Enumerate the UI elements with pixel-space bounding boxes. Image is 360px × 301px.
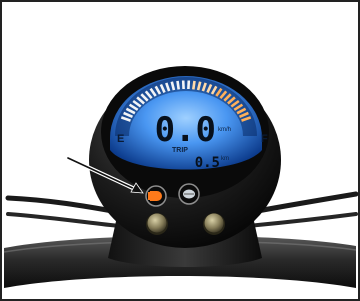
right-control-button[interactable] [203, 213, 225, 235]
left-control-button[interactable] [146, 213, 168, 235]
battery-segment [176, 80, 180, 90]
trip-label: TRIP [172, 147, 188, 154]
trip-unit: km [221, 156, 229, 162]
horn-indicator [178, 183, 200, 205]
horn-icon [183, 189, 195, 199]
empty-label: E [117, 133, 124, 145]
full-label: F [261, 133, 268, 145]
headlight-icon [148, 191, 162, 201]
speed-readout: 0.0 [155, 110, 216, 150]
headlight-indicator [145, 185, 167, 207]
speed-unit: km/h [218, 127, 231, 133]
trip-readout: 0.5 [195, 155, 220, 171]
battery-segment [192, 80, 196, 90]
photo-frame: E F 0.0 km/h TRIP 0.5 km [0, 0, 360, 301]
dashboard-photo: E F 0.0 km/h TRIP 0.5 km [0, 0, 360, 301]
